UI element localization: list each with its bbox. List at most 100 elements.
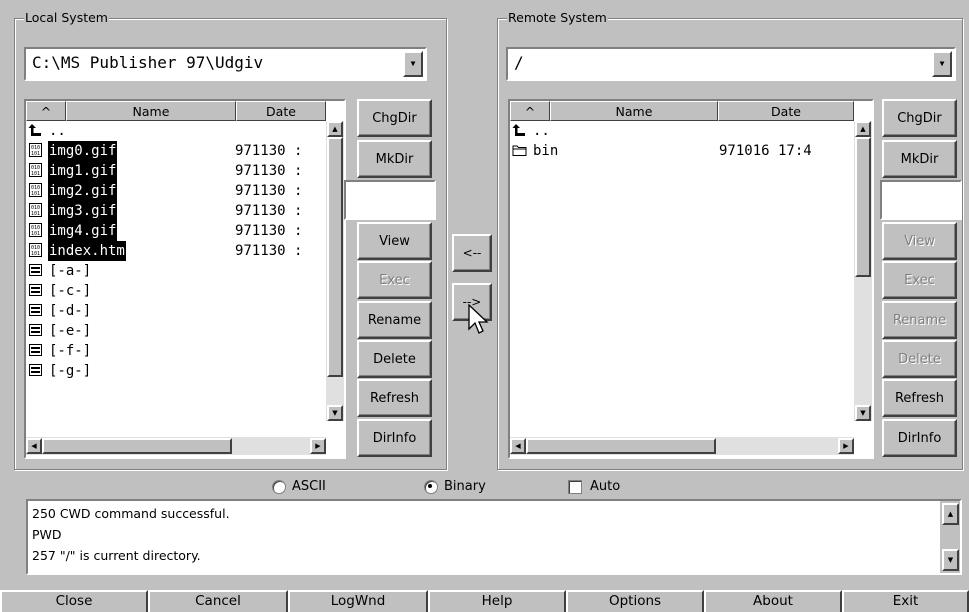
binary-file-icon: 010 101 [28,223,44,237]
file-row[interactable]: bin 971016 17:4 [512,141,852,161]
remote-dirinfo-button[interactable]: DirInfo [882,419,957,457]
file-row[interactable]: .. [28,121,324,141]
local-refresh-button[interactable]: Refresh [357,379,432,417]
local-vscroll[interactable]: ▲ ▼ [326,121,344,421]
drive-icon [28,263,44,277]
svg-text:101: 101 [31,231,40,237]
file-row[interactable]: 010 101 img3.gif 971130 : [28,201,324,221]
file-name: img2.gif [48,181,118,201]
file-row[interactable]: [-g-] [28,361,324,381]
file-row[interactable]: [-a-] [28,261,324,281]
ascii-option[interactable]: ASCII [272,479,326,494]
local-date-header[interactable]: Date [236,101,326,121]
svg-text:101: 101 [31,191,40,197]
binary-option[interactable]: Binary [424,479,486,494]
file-row[interactable]: [-f-] [28,341,324,361]
file-row[interactable]: 010 101 img2.gif 971130 : [28,181,324,201]
scroll-down-icon[interactable]: ▼ [327,405,343,421]
file-row[interactable]: 010 101 img1.gif 971130 : [28,161,324,181]
remote-mkdir-input[interactable] [880,180,962,220]
download-button[interactable]: <-- [452,234,492,272]
binary-file-icon: 010 101 [28,183,44,197]
remote-file-list[interactable]: ^ Name Date .. bin 971016 17:4 ▲ ▼ ◀ ▶ [508,99,874,459]
binary-label: Binary [444,479,486,494]
scroll-left-icon[interactable]: ◀ [26,438,42,454]
ascii-label: ASCII [292,479,326,494]
remote-path-value: / [514,53,524,72]
local-delete-button[interactable]: Delete [357,340,432,378]
local-vscroll-thumb[interactable] [327,137,343,377]
remote-hscroll[interactable]: ◀ ▶ [510,437,854,455]
file-date: 971130 : [235,243,303,259]
file-name: img4.gif [48,221,118,241]
remote-mkdir-button[interactable]: MkDir [882,140,957,178]
local-path-dropdown[interactable]: C:\MS Publisher 97\Udgiv ▼ [24,47,427,81]
local-rows: .. 010 101 img0.gif 971130 : 010 101 img1.gif 97… [28,121,324,419]
binary-file-icon: 010 101 [28,143,44,157]
file-name: index.htm [48,241,126,261]
scroll-right-icon[interactable]: ▶ [838,438,854,454]
svg-text:101: 101 [31,171,40,177]
remote-name-header[interactable]: Name [550,101,718,121]
local-hscroll-thumb[interactable] [42,438,232,454]
remote-rename-button[interactable]: Rename [882,301,957,339]
local-mkdir-button[interactable]: MkDir [357,140,432,178]
file-name: .. [533,123,550,139]
remote-date-header[interactable]: Date [718,101,854,121]
auto-label: Auto [590,479,621,494]
local-system-title: Local System [24,10,109,25]
remote-refresh-button[interactable]: Refresh [882,379,957,417]
remote-vscroll-thumb[interactable] [855,137,871,277]
scroll-left-icon[interactable]: ◀ [510,438,526,454]
remote-chgdir-button[interactable]: ChgDir [882,99,957,137]
auto-option[interactable]: Auto [568,479,620,494]
file-date: 971130 : [235,203,303,219]
local-sort-header[interactable]: ^ [26,101,66,121]
local-rename-button[interactable]: Rename [357,301,432,339]
scroll-up-icon[interactable]: ▲ [327,121,343,137]
scroll-down-icon[interactable]: ▼ [855,405,871,421]
scroll-up-icon[interactable]: ▲ [855,121,871,137]
file-name: [-c-] [49,283,92,299]
remote-hscroll-thumb[interactable] [526,438,716,454]
remote-delete-button[interactable]: Delete [882,340,957,378]
file-name: bin [533,143,559,159]
ascii-radio[interactable] [272,479,286,494]
local-mkdir-input[interactable] [344,180,436,220]
remote-exec-button[interactable]: Exec [882,261,957,299]
local-view-button[interactable]: View [357,222,432,260]
file-row[interactable]: 010 101 img0.gif 971130 : [28,141,324,161]
chevron-down-icon[interactable]: ▼ [403,51,423,77]
local-exec-button[interactable]: Exec [357,261,432,299]
log-vscroll[interactable]: ▲ ▼ [940,501,960,573]
file-row[interactable]: 010 101 index.htm 971130 : [28,241,324,261]
file-row[interactable]: .. [512,121,852,141]
file-name: .. [49,123,66,139]
drive-icon [28,283,44,297]
svg-text:101: 101 [31,211,40,217]
local-file-list[interactable]: ^ Name Date .. 010 101 img0.gif 971130 :010 1… [24,99,346,459]
scroll-down-icon[interactable]: ▼ [942,549,959,571]
file-row[interactable]: [-e-] [28,321,324,341]
remote-path-dropdown[interactable]: / ▼ [506,47,956,81]
file-name: img0.gif [48,141,118,161]
file-row[interactable]: 010 101 img4.gif 971130 : [28,221,324,241]
file-row[interactable]: [-d-] [28,301,324,321]
remote-sort-header[interactable]: ^ [510,101,550,121]
auto-checkbox[interactable] [568,479,582,494]
file-date: 971130 : [235,223,303,239]
local-name-header[interactable]: Name [66,101,236,121]
log-window[interactable]: 250 CWD command successful. PWD 257 "/" is… [26,499,962,575]
local-hscroll[interactable]: ◀ ▶ [26,437,326,455]
local-chgdir-button[interactable]: ChgDir [357,99,432,137]
binary-radio[interactable] [424,479,438,494]
file-date: 971130 : [235,183,303,199]
file-name: img1.gif [48,161,118,181]
scroll-right-icon[interactable]: ▶ [310,438,326,454]
chevron-down-icon[interactable]: ▼ [932,51,952,77]
remote-view-button[interactable]: View [882,222,957,260]
file-row[interactable]: [-c-] [28,281,324,301]
scroll-up-icon[interactable]: ▲ [942,503,959,525]
local-dirinfo-button[interactable]: DirInfo [357,419,432,457]
remote-vscroll[interactable]: ▲ ▼ [854,121,872,421]
